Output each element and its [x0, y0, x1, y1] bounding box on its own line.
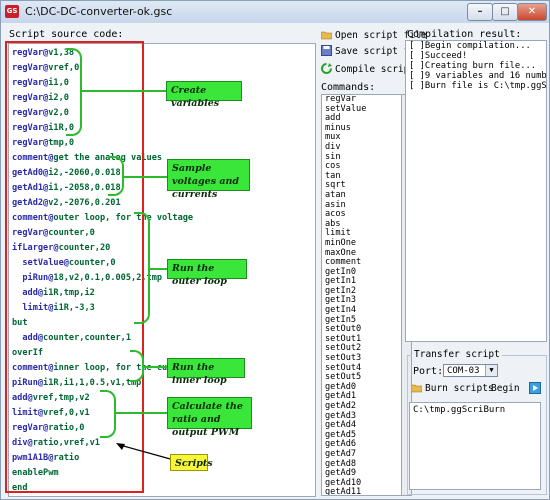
port-select[interactable]: COM-03 ▼ [443, 364, 498, 377]
connector-variables [82, 90, 168, 92]
compilation-label: Compilation result: [407, 29, 522, 40]
note-ratio: Calculate the ratio and output PWM [167, 397, 252, 438]
maximize-button[interactable]: □ [492, 3, 518, 21]
source-label: Script source code: [9, 29, 124, 40]
note-inner-loop: Run the inner loop [167, 358, 245, 386]
compile-script-label: Compile script [335, 64, 416, 75]
transfer-title: Transfer script [412, 349, 502, 360]
note-sample: Sample voltages and currents [167, 159, 250, 200]
title-bar: GS C:\DC-DC-converter-ok.gsc – □ ✕ [1, 1, 549, 23]
commands-list[interactable]: regVar setValue add minus mux div sin cos tan sqr… [321, 94, 403, 496]
close-button[interactable]: ✕ [517, 3, 547, 21]
connector-inner [144, 366, 168, 368]
commands-label: Commands: [321, 82, 376, 93]
compile-script-button[interactable]: Compile script [321, 63, 415, 77]
result-line: [ ]9 variables and 16 numbers [409, 71, 547, 81]
brace-inner [130, 350, 144, 382]
port-label: Port: [413, 366, 444, 377]
window-title: C:\DC-DC-converter-ok.gsc [25, 5, 173, 18]
command-item[interactable]: getAd11 [322, 488, 402, 495]
begin-button[interactable]: Begin [491, 382, 544, 396]
save-icon [321, 45, 332, 56]
burn-icon [410, 382, 423, 393]
burn-scripts-button[interactable]: Burn scripts [410, 382, 494, 396]
minimize-button[interactable]: – [467, 3, 493, 21]
note-scripts: Scripts [170, 454, 213, 471]
port-value: COM-03 [447, 366, 480, 376]
note-outer-loop: Run the outer loop [167, 259, 247, 287]
play-icon [529, 382, 542, 394]
compilation-results: [ ]Begin compilation...[ ]Succeed![ ]Cre… [405, 40, 547, 342]
result-line: [ ]Succeed! [409, 51, 468, 61]
folder-icon [320, 29, 333, 40]
burn-file-path[interactable]: C:\tmp.ggScriBurn [409, 402, 541, 490]
brace-variables [66, 48, 82, 136]
result-line: [ ]Creating burn file... [409, 61, 537, 71]
result-line: [ ]Burn file is C:\tmp.ggScriBurn [409, 81, 547, 91]
connector-outer [150, 268, 168, 270]
begin-label: Begin [491, 383, 520, 394]
note-create-variables: Create variables [166, 81, 242, 109]
brace-outer [134, 212, 150, 324]
brace-ratio [100, 390, 116, 438]
app-icon: GS [5, 5, 19, 18]
chevron-down-icon: ▼ [485, 365, 497, 376]
connector-ratio [116, 412, 168, 414]
brace-sample [108, 156, 124, 196]
result-line: [ ]Begin compilation... [409, 41, 531, 51]
compile-icon [321, 63, 332, 74]
connector-sample [124, 176, 168, 178]
burn-scripts-label: Burn scripts [425, 383, 494, 394]
